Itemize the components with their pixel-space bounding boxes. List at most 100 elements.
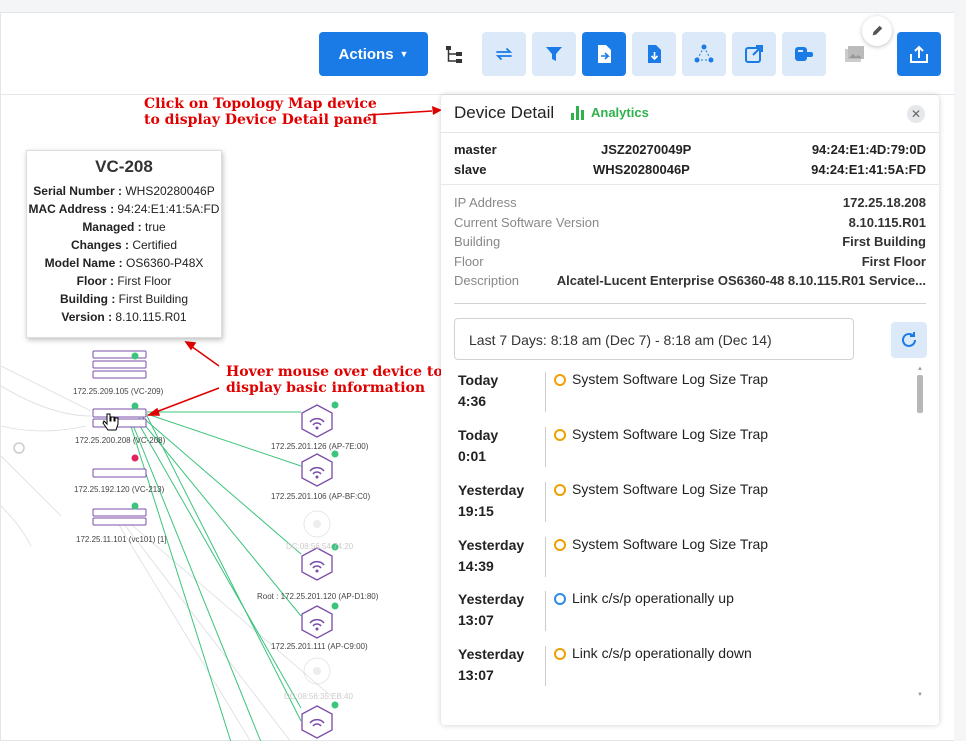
close-icon: ✕ <box>910 107 922 121</box>
event-divider <box>545 537 546 577</box>
event-list[interactable]: Today 4:36 System Software Log Size Trap … <box>441 365 939 705</box>
access-point-bottom[interactable] <box>301 701 339 739</box>
event-item[interactable]: Yesterday 14:39 System Software Log Size … <box>441 530 911 585</box>
tooltip-row: Changes : Certified <box>70 238 178 252</box>
info-row-description: Description Alcatel-Lucent Enterprise OS… <box>454 273 926 291</box>
upload-button[interactable] <box>897 32 941 76</box>
network-nodes-icon <box>694 44 714 63</box>
analytics-link[interactable]: Analytics <box>571 105 649 120</box>
warning-status-icon <box>554 648 566 660</box>
upload-icon <box>910 45 928 63</box>
file-export-icon <box>598 45 611 63</box>
info-value: First Building <box>842 234 926 249</box>
date-range-text: Last 7 Days: 8:18 am (Dec 7) - 8:18 am (… <box>469 332 772 348</box>
panel-title: Device Detail <box>454 103 555 122</box>
click-annotation-line: to display Device Detail panel <box>144 112 378 128</box>
click-annotation-arrow <box>367 106 442 116</box>
info-row-ip: IP Address 172.25.18.208 <box>454 195 926 213</box>
event-item[interactable]: Yesterday 19:15 System Software Log Size … <box>441 475 911 530</box>
event-item[interactable]: Today 4:36 System Software Log Size Trap <box>441 365 911 420</box>
filter-button[interactable] <box>532 32 576 76</box>
stack-mac: 94:24:E1:41:5A:FD <box>811 162 926 177</box>
switch-vc-209[interactable] <box>92 350 147 379</box>
switch-vc-213[interactable] <box>92 454 147 478</box>
image-icon <box>845 46 864 62</box>
export-button[interactable] <box>582 32 626 76</box>
tooltip-row: Version : 8.10.115.R01 <box>61 310 187 324</box>
analytics-label: Analytics <box>591 105 649 120</box>
stack-serial: JSZ20270049P <box>601 142 692 157</box>
actions-button[interactable]: Actions ▼ <box>319 32 428 76</box>
event-time: Today 0:01 <box>458 427 499 464</box>
hover-annotation-line: Hover mouse over device to <box>226 364 443 380</box>
stack-role: slave <box>454 162 487 177</box>
access-point-bfc0[interactable] <box>301 450 339 487</box>
event-message: System Software Log Size Trap <box>572 481 769 497</box>
device-detail-panel: Device Detail Analytics ✕ master JSZ2027… <box>441 95 939 725</box>
node-label: DC:08:56:54:74:20 <box>286 542 354 551</box>
caret-down-icon: ▼ <box>399 49 409 59</box>
switch-vc-208[interactable] <box>92 402 147 428</box>
device-tooltip: VC-208 Serial Number : WHS20280046P MAC … <box>26 150 222 338</box>
external-link-icon <box>745 45 763 63</box>
close-button[interactable]: ✕ <box>907 105 925 123</box>
tooltip-row: Managed : true <box>82 220 166 234</box>
event-item[interactable]: Yesterday 13:07 Link c/s/p operationally … <box>441 639 911 694</box>
click-annotation-line: Click on Topology Map device <box>144 96 377 112</box>
event-divider <box>545 591 546 631</box>
actions-label: Actions <box>338 45 394 63</box>
toggle-panel-button[interactable] <box>782 32 826 76</box>
info-row-building: Building First Building <box>454 234 926 252</box>
hover-annotation: Hover mouse over device to display basic… <box>226 364 443 396</box>
pencil-icon <box>872 25 883 36</box>
toolbar: Actions ▼ <box>1 13 955 95</box>
event-time: Yesterday 19:15 <box>458 482 525 519</box>
edit-button[interactable] <box>862 16 892 46</box>
scroll-down-icon[interactable]: ▼ <box>917 692 923 698</box>
faint-device-eb40[interactable] <box>303 657 331 685</box>
tooltip-row: Floor : First Floor <box>76 274 172 288</box>
info-value: First Floor <box>861 254 926 269</box>
node-label: 172.25.209.105 (VC-209) <box>73 387 164 396</box>
access-point-7e00[interactable] <box>301 401 339 438</box>
node-label: 172.25.201.106 (AP-BF:C0) <box>271 492 371 501</box>
info-label: Description <box>454 273 520 288</box>
tooltip-row: Serial Number : WHS20280046P <box>33 184 215 198</box>
info-label: Current Software Version <box>454 215 600 230</box>
event-message: Link c/s/p operationally up <box>572 590 734 606</box>
info-label: Building <box>454 234 501 249</box>
stack-serial: WHS20280046P <box>593 162 690 177</box>
swap-button[interactable] <box>482 32 526 76</box>
tree-icon <box>446 46 462 63</box>
event-item[interactable]: Today 0:01 System Software Log Size Trap <box>441 420 911 475</box>
node-label: 172.25.200.208 (VC-208) <box>75 436 166 445</box>
event-scrollbar[interactable]: ▲ ▼ <box>917 366 925 700</box>
info-row-floor: Floor First Floor <box>454 254 926 272</box>
divider <box>441 184 939 185</box>
event-message: Link c/s/p operationally down <box>572 645 752 661</box>
tooltip-title: VC-208 <box>95 157 153 176</box>
event-divider <box>545 372 546 412</box>
event-message: System Software Log Size Trap <box>572 536 769 552</box>
access-point-c900[interactable] <box>301 602 339 639</box>
tree-view-button[interactable] <box>432 32 476 76</box>
refresh-button[interactable] <box>891 322 927 358</box>
open-external-button[interactable] <box>732 32 776 76</box>
file-import-icon <box>648 45 661 63</box>
topology-button[interactable] <box>682 32 726 76</box>
event-time: Today 4:36 <box>458 372 499 409</box>
faint-device-7420[interactable] <box>303 510 331 538</box>
event-item[interactable]: Yesterday 13:07 Link c/s/p operationally … <box>441 584 911 639</box>
info-status-icon <box>554 593 566 605</box>
date-range-selector[interactable]: Last 7 Days: 8:18 am (Dec 7) - 8:18 am (… <box>454 318 854 360</box>
scroll-up-icon[interactable]: ▲ <box>917 366 923 372</box>
event-divider <box>545 646 546 686</box>
import-button[interactable] <box>632 32 676 76</box>
scroll-thumb[interactable] <box>917 375 923 413</box>
swap-icon <box>495 48 513 60</box>
hover-annotation-arrows <box>146 341 220 416</box>
switch-vc101[interactable] <box>92 502 147 526</box>
hover-annotation-line: display basic information <box>226 380 426 396</box>
warning-status-icon <box>554 374 566 386</box>
warning-status-icon <box>554 429 566 441</box>
